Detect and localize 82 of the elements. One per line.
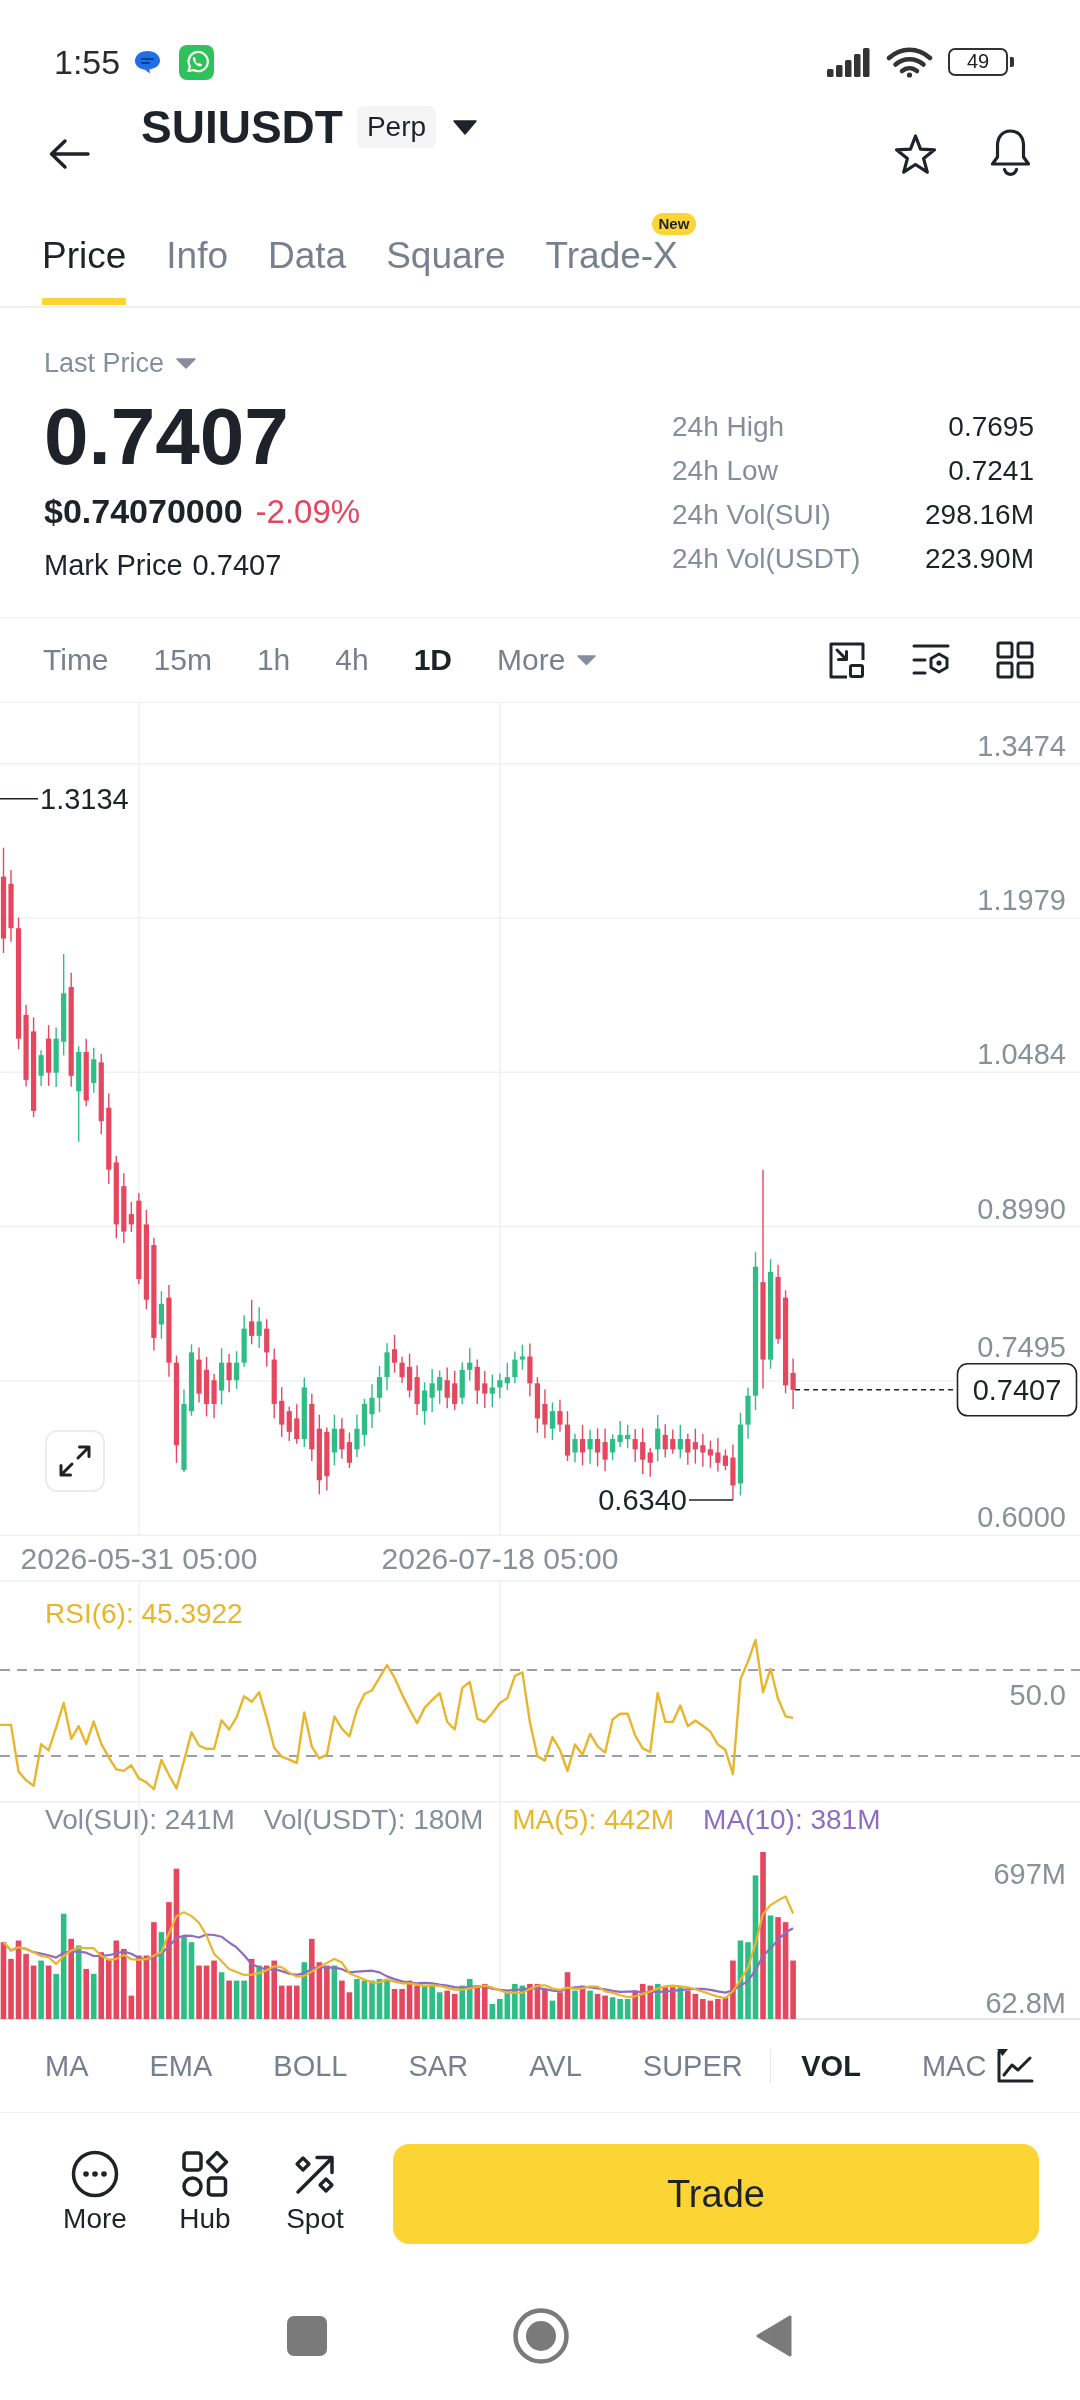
status-time: 1:55	[54, 42, 121, 82]
volume-legend-item: Vol(USDT): 180M	[263, 1803, 484, 1837]
interval-tab[interactable]: 4h	[335, 642, 369, 678]
price-axis-label: 1.3474	[977, 729, 1066, 762]
last-price-tag: 0.7407	[956, 1363, 1078, 1417]
shapes-icon	[181, 2150, 229, 2198]
interval-tab[interactable]: 1h	[256, 642, 291, 678]
interval-dropdown[interactable]: More	[497, 642, 597, 678]
caret-icon[interactable]	[453, 119, 478, 135]
recents-icon[interactable]	[287, 2316, 327, 2356]
stat-label: 24h Low	[672, 454, 779, 488]
back-icon[interactable]	[755, 2314, 793, 2358]
ellipsis-circle-icon	[71, 2150, 119, 2198]
arrow-box-icon[interactable]	[828, 641, 866, 679]
line-chart-icon[interactable]	[996, 2048, 1034, 2084]
toolbar-button[interactable]: More	[45, 2150, 145, 2236]
indicator-tab[interactable]: SUPER	[642, 2048, 743, 2084]
page-tab[interactable]: Data	[268, 235, 347, 305]
stat-value: 0.7695	[947, 410, 1034, 444]
indicator-tab[interactable]: MA	[45, 2048, 89, 2084]
indicator-tab[interactable]: VOL	[801, 2048, 861, 2084]
interval-tab[interactable]: 15m	[153, 642, 212, 678]
last-price: 0.7407	[44, 397, 290, 477]
stat-value: 0.7241	[947, 454, 1034, 488]
indicator-tab[interactable]: BOLL	[273, 2048, 348, 2084]
low-marker-line	[688, 1499, 734, 1501]
price-axis-label: 1.0484	[977, 1038, 1066, 1071]
high-price-label: 1.3134	[40, 782, 129, 815]
indicator-tab[interactable]: AVL	[529, 2048, 582, 2084]
volume-legend-item: MA(10): 381M	[703, 1803, 881, 1837]
rsi-axis-label: 50.0	[1009, 1679, 1066, 1711]
home-icon[interactable]	[513, 2308, 569, 2364]
indicator-tab[interactable]: EMA	[149, 2048, 213, 2084]
page-tab[interactable]: Trade-X	[545, 235, 678, 305]
symbol-title[interactable]: SUIUSDT	[141, 100, 343, 154]
page-tab[interactable]: Info	[166, 235, 229, 305]
low-price-label: 0.6340	[598, 1483, 687, 1516]
interval-tab[interactable]: 1D	[413, 642, 453, 678]
expand-button[interactable]	[45, 1430, 105, 1492]
indicator-tab[interactable]: SAR	[408, 2048, 469, 2084]
price-type-selector[interactable]: Last Price	[44, 347, 165, 379]
chat-app-icon	[179, 44, 215, 80]
star-icon[interactable]	[893, 133, 938, 176]
usd-price: $0.74070000	[44, 491, 243, 531]
price-change: -2.09%	[255, 492, 361, 532]
mark-price-label: Mark Price	[44, 548, 183, 582]
stat-value: 298.16M	[925, 498, 1034, 532]
mark-price-value: 0.7407	[192, 548, 282, 582]
chat-bubble-icon	[134, 50, 162, 74]
signal-icon	[826, 47, 873, 77]
interval-tab[interactable]: Time	[43, 642, 109, 678]
back-arrow-icon[interactable]	[48, 138, 90, 170]
bell-icon[interactable]	[988, 127, 1033, 177]
price-axis-label: 0.6000	[977, 1501, 1066, 1534]
page-tab[interactable]: Price	[42, 235, 127, 305]
stat-label: 24h High	[672, 410, 786, 444]
toolbar-button[interactable]: Hub	[155, 2150, 255, 2236]
grid-icon[interactable]	[996, 641, 1034, 679]
price-axis-label: 1.1979	[977, 884, 1066, 916]
new-badge: New	[651, 213, 697, 235]
volume-axis-label: 697M	[993, 1858, 1066, 1890]
contract-type-label: Perp	[356, 106, 437, 148]
high-marker-line	[0, 798, 39, 800]
toolbar-button[interactable]: Spot	[265, 2150, 365, 2236]
battery-percent: 49	[948, 48, 1008, 76]
indicator-tab[interactable]: MAC	[921, 2048, 987, 2084]
price-axis-label: 0.8990	[977, 1192, 1066, 1225]
stat-value: 223.90M	[925, 542, 1034, 576]
stat-label: 24h Vol(SUI)	[672, 498, 832, 532]
wifi-icon	[886, 46, 933, 78]
volume-axis-label: 62.8M	[985, 1987, 1066, 2019]
stat-label: 24h Vol(USDT)	[672, 542, 862, 576]
page-tab[interactable]: Square	[386, 235, 506, 305]
trade-button[interactable]: Trade	[393, 2144, 1039, 2244]
price-axis-label: 0.7495	[977, 1330, 1066, 1363]
date-axis-label: 2026-05-31 05:00	[20, 1542, 258, 1575]
expand-arrows-icon	[58, 1444, 92, 1478]
rsi-legend: RSI(6): 45.3922	[45, 1596, 243, 1632]
caret-icon	[577, 655, 597, 665]
date-axis-label: 2026-07-18 05:00	[381, 1542, 619, 1575]
volume-legend-item: MA(5): 442M	[512, 1803, 675, 1837]
volume-legend-item: Vol(SUI): 241M	[45, 1803, 235, 1837]
